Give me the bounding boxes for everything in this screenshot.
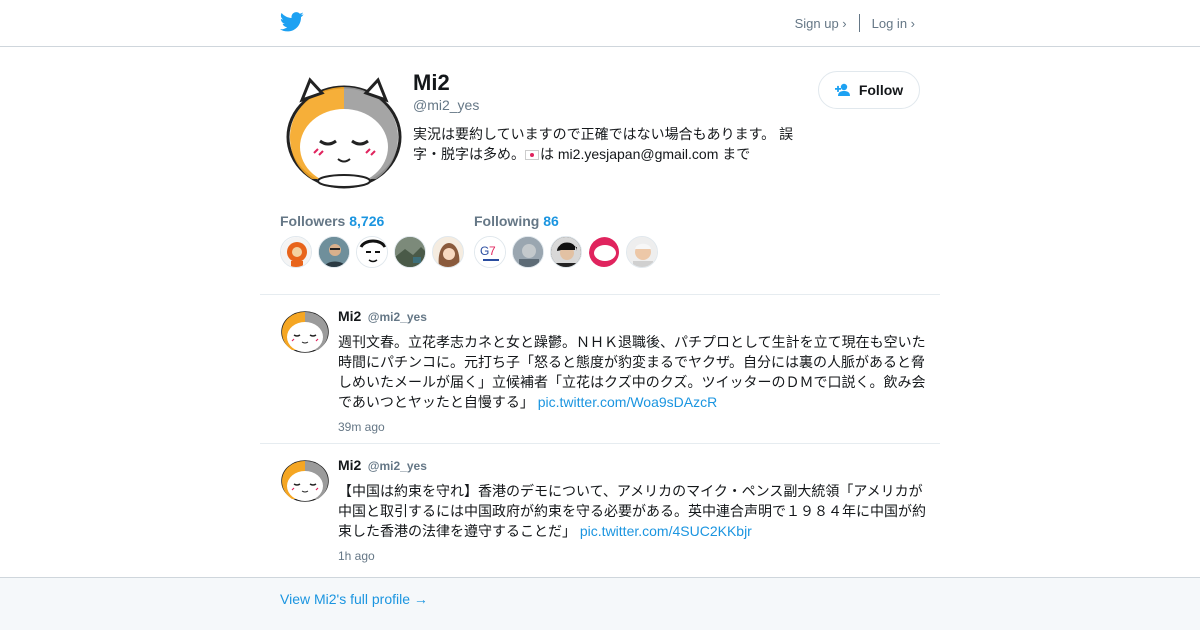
tweet-author-handle[interactable]: @mi2_yes xyxy=(368,310,427,324)
elderly-man-avatar-image xyxy=(627,237,657,267)
followers-label: Followers xyxy=(280,213,346,229)
tweet-avatar[interactable] xyxy=(280,308,330,354)
tweet-header: Mi2 @mi2_yes xyxy=(338,457,928,475)
follower-avatar[interactable] xyxy=(356,236,388,268)
following-avatar[interactable]: G7 xyxy=(474,236,506,268)
tweet-body: Mi2 @mi2_yes 【中国は約束を守れ】香港のデモについて、アメリカのマイ… xyxy=(338,457,928,563)
man-portrait-avatar-image xyxy=(319,237,349,267)
landscape-avatar-image xyxy=(395,237,425,267)
tweet-author-name[interactable]: Mi2 xyxy=(338,457,361,473)
g7-logo-avatar-image: G7 xyxy=(475,237,505,267)
photo-avatar-image xyxy=(513,237,543,267)
followers-group: Followers 8,726 xyxy=(280,213,470,268)
followers-stat[interactable]: Followers 8,726 xyxy=(280,213,470,229)
tweet-author-name[interactable]: Mi2 xyxy=(338,308,361,324)
top-bar: Sign up › Log in › xyxy=(0,0,1200,47)
tweet-divider xyxy=(260,443,940,444)
nav-divider xyxy=(858,14,860,32)
tweet-timestamp[interactable]: 1h ago xyxy=(338,549,928,563)
follower-avatar[interactable] xyxy=(318,236,350,268)
follower-avatar[interactable] xyxy=(394,236,426,268)
following-stat[interactable]: Following 86 xyxy=(474,213,664,229)
profile-stats: Followers 8,726 Following 86 G7 xyxy=(280,213,920,273)
follow-button[interactable]: Follow xyxy=(818,71,920,109)
man-dark-avatar-image xyxy=(551,237,581,267)
tweet-timestamp[interactable]: 39m ago xyxy=(338,420,928,434)
log-in-link[interactable]: Log in › xyxy=(872,16,915,31)
following-avatar[interactable] xyxy=(550,236,582,268)
sketch-face-avatar-image xyxy=(357,237,387,267)
follower-avatar[interactable] xyxy=(432,236,464,268)
profile-handle: @mi2_yes xyxy=(413,97,480,113)
red-ring-logo-avatar-image xyxy=(589,237,619,267)
profile-bio: 実況は要約していますので正確ではない場合もあります。 誤字・脱字は多め。は mi… xyxy=(413,124,803,164)
followers-count: 8,726 xyxy=(349,213,385,229)
follower-avatar[interactable] xyxy=(280,236,312,268)
twitter-bird-icon[interactable] xyxy=(280,11,304,33)
tweet-media-link[interactable]: pic.twitter.com/4SUC2KKbjr xyxy=(580,523,752,539)
tweet-text: 週刊文春。立花孝志カネと女と躁鬱。ＮＨＫ退職後、パチプロとして生計を立て現在も空… xyxy=(338,332,928,412)
svg-text:G: G xyxy=(480,244,489,258)
following-avatars: G7 xyxy=(474,236,664,268)
profile-name: Mi2 xyxy=(413,70,450,95)
bio-text-part2: は mi2.yesjapan@gmail.com まで xyxy=(540,146,751,162)
tweet-body: Mi2 @mi2_yes 週刊文春。立花孝志カネと女と躁鬱。ＮＨＫ退職後、パチプ… xyxy=(338,308,928,434)
following-label: Following xyxy=(474,213,540,229)
tweet-text: 【中国は約束を守れ】香港のデモについて、アメリカのマイク・ペンス副大統領「アメリ… xyxy=(338,481,928,541)
following-avatar[interactable] xyxy=(512,236,544,268)
tweet-header: Mi2 @mi2_yes xyxy=(338,308,928,326)
tweet-media-link[interactable]: pic.twitter.com/Woa9sDAzcR xyxy=(538,394,717,410)
profile-avatar[interactable] xyxy=(284,75,404,190)
orange-hood-avatar-image xyxy=(281,237,311,267)
add-user-icon xyxy=(834,83,850,96)
svg-text:7: 7 xyxy=(489,244,496,258)
auth-links: Sign up › Log in › xyxy=(795,14,915,32)
followers-avatars xyxy=(280,236,470,268)
following-avatar[interactable] xyxy=(588,236,620,268)
follow-label: Follow xyxy=(858,82,904,98)
section-divider xyxy=(260,294,940,295)
tweet-avatar[interactable] xyxy=(280,457,330,503)
japan-flag-icon xyxy=(525,150,539,161)
full-profile-link[interactable]: View Mi2's full profile → xyxy=(280,591,428,607)
following-count: 86 xyxy=(543,213,559,229)
sign-up-link[interactable]: Sign up › xyxy=(795,16,847,31)
anime-girl-avatar-image xyxy=(433,237,463,267)
tweet-author-handle[interactable]: @mi2_yes xyxy=(368,459,427,473)
following-group: Following 86 G7 xyxy=(474,213,664,268)
footer: View Mi2's full profile → xyxy=(0,577,1200,630)
following-avatar[interactable] xyxy=(626,236,658,268)
